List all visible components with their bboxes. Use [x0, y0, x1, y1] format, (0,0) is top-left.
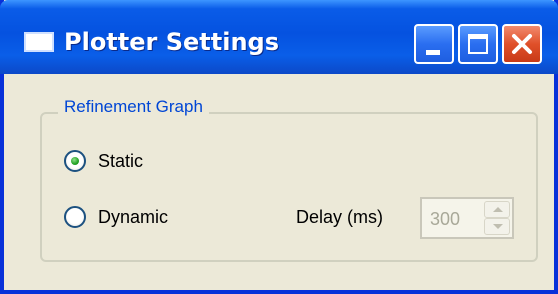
radio-static-label: Static: [98, 150, 144, 171]
radio-button-dynamic[interactable]: [64, 206, 86, 228]
window-title: Plotter Settings: [64, 28, 280, 56]
chevron-up-icon: [493, 207, 503, 212]
window-icon: [24, 32, 54, 52]
chevron-down-icon: [493, 224, 503, 229]
radio-dynamic[interactable]: Dynamic: [64, 206, 168, 228]
delay-label: Delay (ms): [296, 207, 384, 227]
minimize-button[interactable]: [414, 24, 454, 64]
radio-static[interactable]: Static: [64, 150, 143, 172]
delay-value[interactable]: 300: [430, 209, 460, 230]
close-icon: [512, 34, 532, 54]
minimize-icon: [426, 50, 440, 55]
radio-button-static[interactable]: [64, 150, 86, 172]
maximize-button[interactable]: [458, 24, 498, 64]
spin-buttons: [484, 201, 510, 235]
close-button[interactable]: [502, 24, 542, 64]
refinement-graph-groupbox: [40, 112, 538, 262]
radio-selected-dot: [71, 157, 79, 165]
spin-down-button[interactable]: [484, 218, 510, 235]
maximize-icon: [468, 34, 488, 54]
radio-dynamic-label: Dynamic: [98, 206, 169, 227]
delay-spinbox[interactable]: 300: [420, 197, 514, 239]
groupbox-label: Refinement Graph: [58, 97, 209, 117]
title-bar[interactable]: Plotter Settings: [0, 0, 558, 74]
spin-up-button[interactable]: [484, 201, 510, 218]
